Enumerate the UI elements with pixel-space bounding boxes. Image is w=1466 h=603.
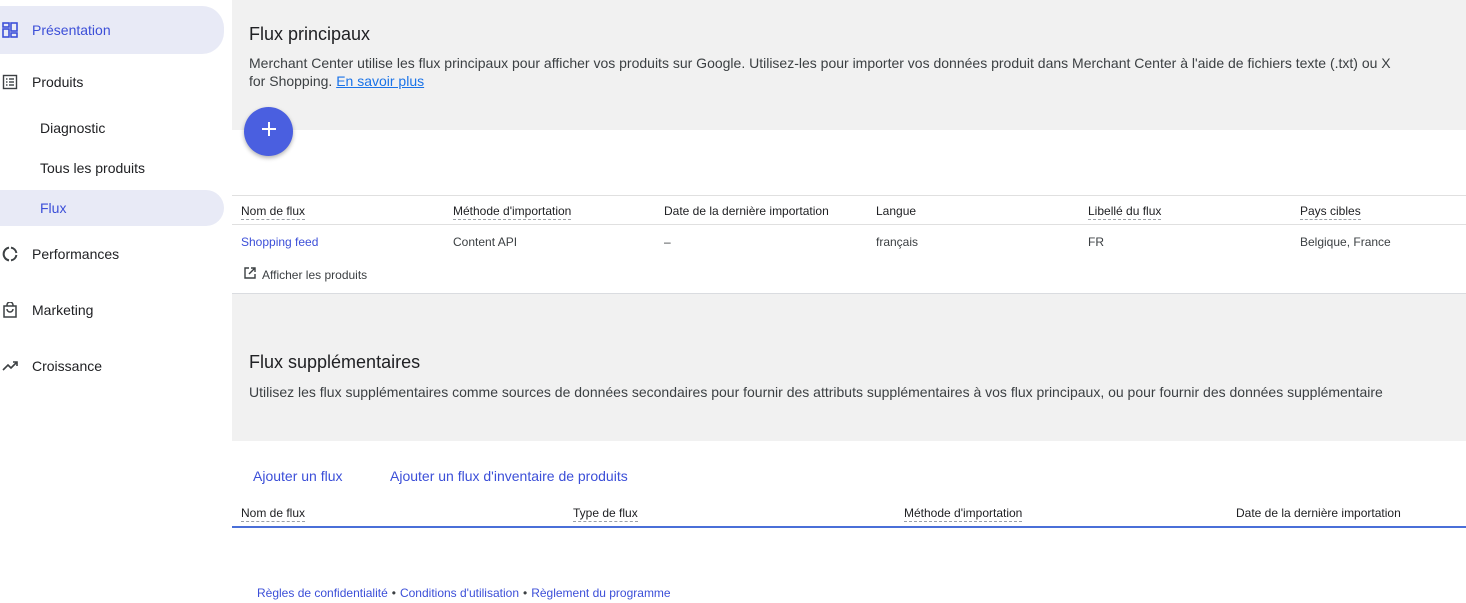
sidebar-item-flux[interactable]: Flux: [0, 190, 224, 226]
sidebar-item-label: Produits: [32, 74, 84, 90]
main-content: Flux principaux Merchant Center utilise …: [232, 0, 1466, 603]
supplemental-table-header: Nom de flux Type de flux Méthode d'impor…: [232, 502, 1466, 528]
sidebar-item-label: Présentation: [32, 22, 111, 38]
list-icon: [2, 74, 18, 90]
supplemental-feeds-card: Ajouter un flux Ajouter un flux d'invent…: [232, 441, 1466, 603]
feed-countries: Belgique, France: [1300, 235, 1391, 249]
primary-feeds-description: Merchant Center utilise les flux princip…: [249, 54, 1391, 90]
sidebar-item-label: Tous les produits: [40, 160, 146, 176]
open-in-new-icon: [243, 266, 257, 283]
supplemental-feeds-description: Utilisez les flux supplémentaires comme …: [249, 384, 1383, 400]
add-feed-button[interactable]: Ajouter un flux: [253, 468, 343, 484]
add-inventory-feed-button[interactable]: Ajouter un flux d'inventaire de produits: [390, 468, 628, 484]
column-header-pays[interactable]: Pays cibles: [1300, 204, 1361, 220]
sidebar-item-label: Performances: [32, 246, 120, 262]
sidebar-item-tous-les-produits[interactable]: Tous les produits: [0, 150, 224, 186]
column-header-langue[interactable]: Langue: [876, 204, 916, 218]
footer-links: Règles de confidentialité • Conditions d'u…: [257, 586, 671, 600]
sidebar-item-produits[interactable]: Produits: [0, 60, 224, 104]
column-header-date[interactable]: Date de la dernière importation: [1236, 506, 1401, 520]
sidebar-item-label: Marketing: [32, 302, 94, 318]
terms-link[interactable]: Conditions d'utilisation: [400, 586, 519, 600]
primary-description-line1: Merchant Center utilise les flux princip…: [249, 55, 1391, 71]
column-header-type[interactable]: Type de flux: [573, 506, 638, 522]
dashboard-icon: [2, 22, 18, 38]
sidebar-item-diagnostic[interactable]: Diagnostic: [0, 110, 224, 146]
trending-up-icon: [2, 358, 18, 374]
sidebar-item-label: Diagnostic: [40, 120, 106, 136]
primary-feeds-card: Nom de flux Méthode d'importation Date d…: [232, 130, 1466, 294]
feed-date: –: [664, 235, 671, 249]
sidebar-item-presentation[interactable]: Présentation: [0, 6, 224, 54]
primary-table-header: Nom de flux Méthode d'importation Date d…: [232, 195, 1466, 225]
column-header-nom-de-flux[interactable]: Nom de flux: [241, 506, 306, 522]
donut-icon: [2, 246, 18, 262]
column-header-nom-de-flux[interactable]: Nom de flux: [241, 204, 306, 220]
learn-more-link[interactable]: En savoir plus: [336, 73, 424, 89]
feed-language: français: [876, 235, 919, 249]
primary-description-text: for Shopping.: [249, 73, 333, 89]
column-header-methode[interactable]: Méthode d'importation: [453, 204, 572, 220]
sidebar-item-croissance[interactable]: Croissance: [0, 344, 224, 388]
view-products-link[interactable]: Afficher les produits: [243, 266, 367, 283]
sidebar-item-marketing[interactable]: Marketing: [0, 288, 224, 332]
privacy-link[interactable]: Règles de confidentialité: [257, 586, 388, 600]
feed-label: FR: [1088, 235, 1104, 249]
shopping-bag-icon: [2, 302, 18, 318]
sidebar-item-performances[interactable]: Performances: [0, 232, 224, 276]
column-header-date[interactable]: Date de la dernière importation: [664, 204, 829, 218]
add-primary-feed-button[interactable]: [244, 107, 293, 156]
view-products-label: Afficher les produits: [262, 267, 368, 282]
column-header-methode[interactable]: Méthode d'importation: [904, 506, 1023, 522]
sidebar: Présentation Produits Diagnostic Tous le…: [0, 0, 232, 603]
footer-separator: •: [391, 586, 396, 600]
footer-separator: •: [523, 586, 528, 600]
plus-icon: [260, 120, 278, 143]
feed-name-link[interactable]: Shopping feed: [241, 235, 318, 249]
sidebar-item-label: Flux: [40, 200, 67, 216]
column-header-libelle[interactable]: Libellé du flux: [1088, 204, 1162, 220]
supplemental-feeds-title: Flux supplémentaires: [249, 352, 421, 372]
feed-method: Content API: [453, 235, 518, 249]
primary-description-line2: for Shopping. En savoir plus: [249, 72, 1391, 90]
sidebar-item-label: Croissance: [32, 358, 103, 374]
primary-feeds-title: Flux principaux: [249, 24, 371, 44]
program-policy-link[interactable]: Règlement du programme: [531, 586, 670, 600]
